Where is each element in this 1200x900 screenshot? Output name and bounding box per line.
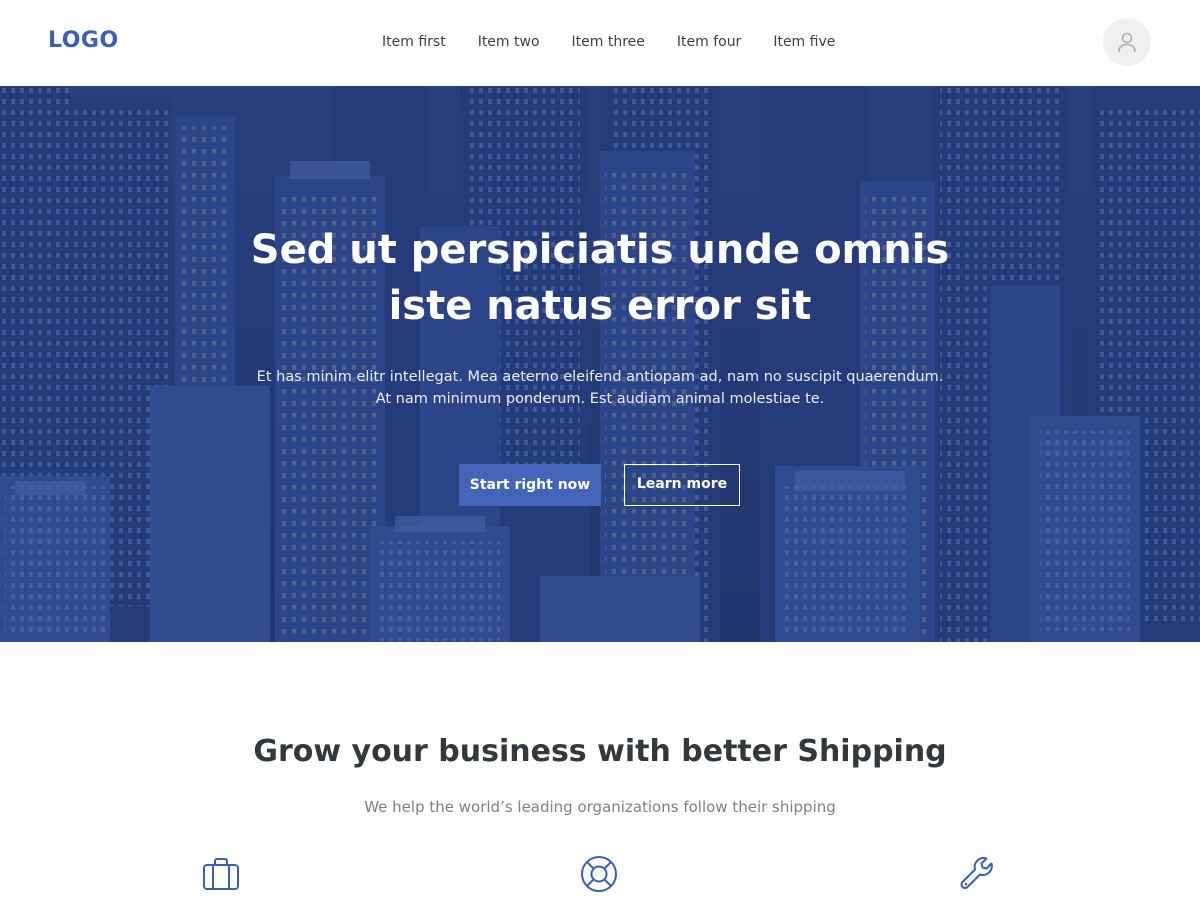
- user-icon: [1118, 32, 1136, 53]
- briefcase-icon: [203, 858, 239, 890]
- nav-item-first[interactable]: Item first: [366, 32, 462, 52]
- wrench-icon: [960, 857, 993, 890]
- avatar[interactable]: [1103, 18, 1151, 66]
- start-right-now-button[interactable]: Start right now: [459, 464, 601, 506]
- learn-more-button[interactable]: Learn more: [624, 464, 740, 506]
- hero-banner: Sed ut perspiciatis unde omnis iste natu…: [0, 86, 1200, 642]
- hero-overlay: [0, 86, 1200, 642]
- main-nav: Item first Item two Item three Item four…: [366, 32, 851, 52]
- nav-item-three[interactable]: Item three: [556, 32, 661, 52]
- hero-subtitle: Et has minim elitr intellegat. Mea aeter…: [256, 369, 944, 407]
- nav-item-two[interactable]: Item two: [462, 32, 556, 52]
- logo[interactable]: LOGO: [48, 28, 119, 53]
- hero-title: Sed ut perspiciatis unde omnis iste natu…: [250, 227, 950, 329]
- nav-item-four[interactable]: Item four: [661, 32, 757, 52]
- section-title: Grow your business with better Shipping: [253, 734, 947, 769]
- top-navbar: LOGO Item first Item two Item three Item…: [0, 0, 1200, 86]
- section-subtitle: We help the world’s leading organization…: [364, 798, 836, 816]
- nav-item-five[interactable]: Item five: [757, 32, 851, 52]
- lifebuoy-icon: [581, 856, 617, 892]
